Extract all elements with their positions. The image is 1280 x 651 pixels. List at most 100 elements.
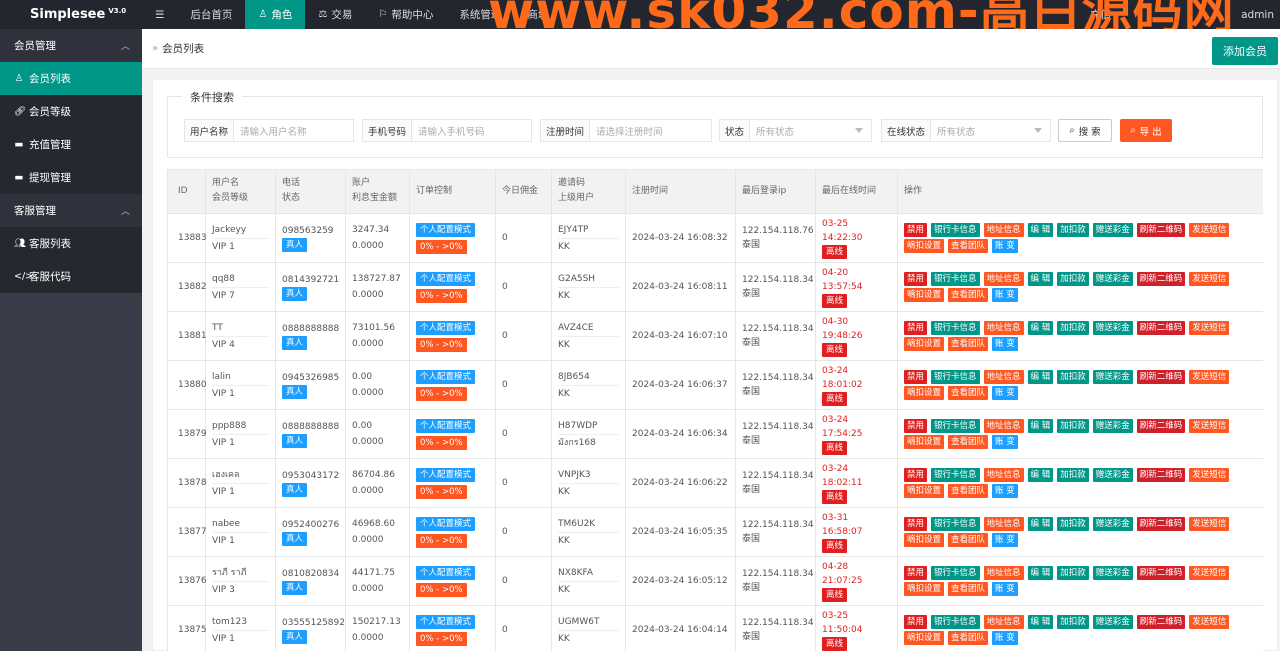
disable-button[interactable]: 禁用 <box>904 370 928 384</box>
order-mode-badge[interactable]: 个人配置模式 <box>416 222 476 237</box>
deduction-settings-button[interactable]: 嘀扣设置 <box>904 582 945 596</box>
nav-help[interactable]: ⚐ 帮助中心 <box>365 0 446 29</box>
address-button[interactable]: 地址信息 <box>983 419 1024 433</box>
bank-card-button[interactable]: 银行卡信息 <box>931 223 980 237</box>
bank-card-button[interactable]: 银行卡信息 <box>931 566 980 580</box>
disable-button[interactable]: 禁用 <box>904 615 928 629</box>
address-button[interactable]: 地址信息 <box>983 566 1024 580</box>
order-mode-badge[interactable]: 个人配置模式 <box>416 320 476 335</box>
deduction-settings-button[interactable]: 嘀扣设置 <box>904 337 945 351</box>
order-mode-badge[interactable]: 个人配置模式 <box>416 516 476 531</box>
refresh-qrcode-button[interactable]: 刷新二维码 <box>1136 468 1186 482</box>
sidebar-item-withdraw[interactable]: ▬ 提现管理 <box>0 161 142 194</box>
adjust-balance-button[interactable]: 加扣款 <box>1057 272 1089 286</box>
refresh-qrcode-button[interactable]: 刷新二维码 <box>1136 517 1186 531</box>
view-team-button[interactable]: 查看团队 <box>948 631 989 645</box>
adjust-balance-button[interactable]: 加扣款 <box>1057 517 1089 531</box>
gift-bonus-button[interactable]: 赠送彩金 <box>1092 272 1133 286</box>
adjust-balance-button[interactable]: 加扣款 <box>1057 321 1089 335</box>
edit-button[interactable]: 编 辑 <box>1027 321 1054 335</box>
balance-change-button[interactable]: 账 变 <box>992 435 1018 449</box>
send-sms-button[interactable]: 发送短信 <box>1189 419 1230 433</box>
send-sms-button[interactable]: 发送短信 <box>1189 566 1230 580</box>
view-team-button[interactable]: 查看团队 <box>948 533 989 547</box>
sidebar-item-service-code[interactable]: </> 客服代码 <box>0 260 142 293</box>
view-team-button[interactable]: 查看团队 <box>948 484 989 498</box>
deduction-settings-button[interactable]: 嘀扣设置 <box>904 288 945 302</box>
address-button[interactable]: 地址信息 <box>983 223 1024 237</box>
send-sms-button[interactable]: 发送短信 <box>1189 517 1230 531</box>
bank-card-button[interactable]: 银行卡信息 <box>931 272 980 286</box>
balance-change-button[interactable]: 账 变 <box>992 533 1018 547</box>
order-range-badge[interactable]: 0% - >0% <box>416 386 467 401</box>
order-mode-badge[interactable]: 个人配置模式 <box>416 418 476 433</box>
edit-button[interactable]: 编 辑 <box>1027 370 1054 384</box>
disable-button[interactable]: 禁用 <box>904 566 928 580</box>
edit-button[interactable]: 编 辑 <box>1027 419 1054 433</box>
order-mode-badge[interactable]: 个人配置模式 <box>416 565 476 580</box>
address-button[interactable]: 地址信息 <box>983 468 1024 482</box>
brand-logo[interactable]: Simplesee V3.0 <box>0 0 142 29</box>
adjust-balance-button[interactable]: 加扣款 <box>1057 468 1089 482</box>
nav-shop[interactable]: 商城 <box>514 0 561 29</box>
order-range-badge[interactable]: 0% - >0% <box>416 239 467 254</box>
bank-card-button[interactable]: 银行卡信息 <box>931 370 980 384</box>
edit-button[interactable]: 编 辑 <box>1027 566 1054 580</box>
order-range-badge[interactable]: 0% - >0% <box>416 533 467 548</box>
send-sms-button[interactable]: 发送短信 <box>1189 321 1230 335</box>
gift-bonus-button[interactable]: 赠送彩金 <box>1092 615 1133 629</box>
adjust-balance-button[interactable]: 加扣款 <box>1057 223 1089 237</box>
sidebar-item-recharge[interactable]: ▬ 充值管理 <box>0 128 142 161</box>
nav-system[interactable]: 系统管理 <box>446 0 514 29</box>
view-team-button[interactable]: 查看团队 <box>948 386 989 400</box>
edit-button[interactable]: 编 辑 <box>1027 468 1054 482</box>
view-team-button[interactable]: 查看团队 <box>948 337 989 351</box>
status-select-value[interactable]: 所有状态 <box>750 120 871 141</box>
gift-bonus-button[interactable]: 赠送彩金 <box>1092 468 1133 482</box>
balance-change-button[interactable]: 账 变 <box>992 631 1018 645</box>
deduction-settings-button[interactable]: 嘀扣设置 <box>904 631 945 645</box>
deduction-settings-button[interactable]: 嘀扣设置 <box>904 239 945 253</box>
register-time-input[interactable]: 请选择注册时间 <box>590 120 711 141</box>
balance-change-button[interactable]: 账 变 <box>992 484 1018 498</box>
user-menu[interactable]: admin <box>1241 9 1274 21</box>
bank-card-button[interactable]: 银行卡信息 <box>931 517 980 531</box>
phone-input[interactable]: 请输入手机号码 <box>412 120 531 141</box>
gift-bonus-button[interactable]: 赠送彩金 <box>1092 321 1133 335</box>
address-button[interactable]: 地址信息 <box>983 517 1024 531</box>
sidebar-item-member-level[interactable]: 🔗︎ 会员等级 <box>0 95 142 128</box>
edit-button[interactable]: 编 辑 <box>1027 272 1054 286</box>
refresh-qrcode-button[interactable]: 刷新二维码 <box>1136 321 1186 335</box>
send-sms-button[interactable]: 发送短信 <box>1189 370 1230 384</box>
disable-button[interactable]: 禁用 <box>904 419 928 433</box>
view-team-button[interactable]: 查看团队 <box>948 582 989 596</box>
adjust-balance-button[interactable]: 加扣款 <box>1057 615 1089 629</box>
add-member-button[interactable]: 添加会员 <box>1212 37 1278 65</box>
breadcrumb-current[interactable]: 会员列表 <box>162 41 204 56</box>
disable-button[interactable]: 禁用 <box>904 272 928 286</box>
disable-button[interactable]: 禁用 <box>904 468 928 482</box>
order-mode-badge[interactable]: 个人配置模式 <box>416 271 476 286</box>
adjust-balance-button[interactable]: 加扣款 <box>1057 566 1089 580</box>
balance-change-button[interactable]: 账 变 <box>992 288 1018 302</box>
deduction-settings-button[interactable]: 嘀扣设置 <box>904 533 945 547</box>
gift-bonus-button[interactable]: 赠送彩金 <box>1092 370 1133 384</box>
gift-bonus-button[interactable]: 赠送彩金 <box>1092 566 1133 580</box>
disable-button[interactable]: 禁用 <box>904 517 928 531</box>
order-range-badge[interactable]: 0% - >0% <box>416 582 467 597</box>
view-team-button[interactable]: 查看团队 <box>948 288 989 302</box>
send-sms-button[interactable]: 发送短信 <box>1189 615 1230 629</box>
refresh-qrcode-button[interactable]: 刷新二维码 <box>1136 223 1186 237</box>
nav-trade[interactable]: ⚖ 交易 <box>305 0 365 29</box>
recharge-link[interactable]: 充值 <box>1090 7 1111 22</box>
address-button[interactable]: 地址信息 <box>983 272 1024 286</box>
order-range-badge[interactable]: 0% - >0% <box>416 631 467 646</box>
refresh-qrcode-button[interactable]: 刷新二维码 <box>1136 370 1186 384</box>
order-range-badge[interactable]: 0% - >0% <box>416 337 467 352</box>
disable-button[interactable]: 禁用 <box>904 223 928 237</box>
view-team-button[interactable]: 查看团队 <box>948 435 989 449</box>
online-status-select-value[interactable]: 所有状态 <box>931 120 1050 141</box>
export-button[interactable]: ⌕ 导 出 <box>1120 119 1172 142</box>
menu-toggle-button[interactable]: ☰ <box>142 0 177 29</box>
refresh-qrcode-button[interactable]: 刷新二维码 <box>1136 615 1186 629</box>
